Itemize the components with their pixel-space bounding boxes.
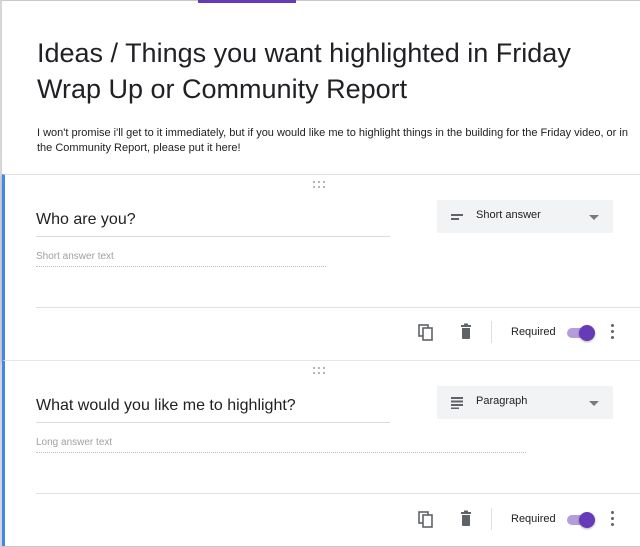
delete-icon[interactable] [457, 510, 475, 528]
more-options-icon[interactable] [611, 511, 615, 527]
question-card[interactable]: What would you like me to highlight? Lon… [2, 360, 640, 546]
question-type-dropdown[interactable]: Paragraph [437, 386, 613, 419]
form-title[interactable]: Ideas / Things you want highlighted in F… [37, 35, 617, 107]
question-type-label: Paragraph [476, 395, 528, 407]
footer-divider [36, 493, 640, 494]
form-description[interactable]: I won't promise i'll get to it immediate… [37, 126, 637, 156]
required-label: Required [511, 326, 556, 338]
footer-divider [36, 307, 640, 308]
duplicate-icon[interactable] [417, 323, 435, 341]
delete-icon[interactable] [457, 323, 475, 341]
paragraph-icon [451, 397, 463, 409]
drag-handle-icon[interactable] [312, 367, 328, 375]
required-toggle[interactable] [565, 325, 599, 341]
footer-separator [491, 508, 492, 530]
required-label: Required [511, 513, 556, 525]
question-footer: Required [5, 321, 640, 359]
question-title-input[interactable]: Who are you? [36, 211, 390, 237]
drag-handle-icon[interactable] [312, 181, 328, 189]
footer-separator [491, 321, 492, 343]
chevron-down-icon [589, 215, 599, 220]
answer-hint: Short answer text [36, 251, 326, 267]
question-type-dropdown[interactable]: Short answer [437, 200, 613, 233]
question-footer: Required [5, 508, 640, 546]
chevron-down-icon [589, 401, 599, 406]
question-card[interactable]: Who are you? Short answer text Short ans… [2, 174, 640, 361]
answer-hint: Long answer text [36, 437, 526, 453]
question-title-input[interactable]: What would you like me to highlight? [36, 397, 390, 423]
required-toggle[interactable] [565, 512, 599, 528]
short-answer-icon [451, 214, 463, 220]
duplicate-icon[interactable] [417, 510, 435, 528]
question-type-label: Short answer [476, 209, 541, 221]
form-header-card[interactable]: Ideas / Things you want highlighted in F… [2, 3, 636, 173]
more-options-icon[interactable] [611, 324, 615, 340]
